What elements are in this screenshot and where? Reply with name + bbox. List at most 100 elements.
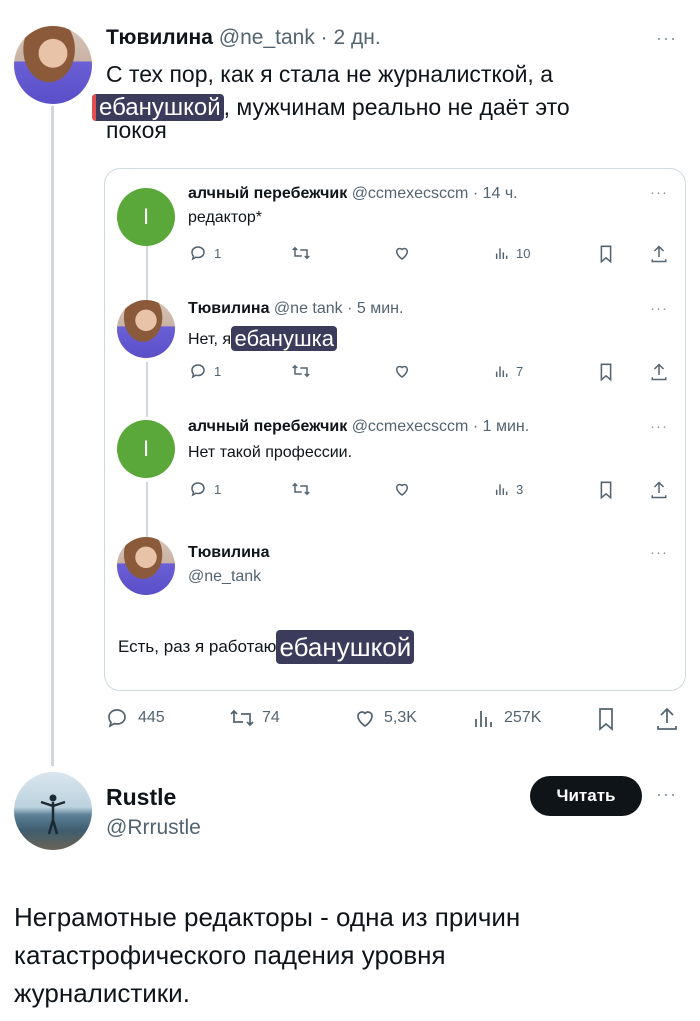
avatar[interactable]: [117, 300, 175, 358]
handle-time[interactable]: @ccmexecsccm · 14 ч.: [352, 185, 518, 202]
tweet-header: Тювилина @ne_tank · 2 дн.: [106, 26, 381, 50]
bookmark-button[interactable]: [598, 362, 614, 382]
handle-time[interactable]: @ne_tank · 2 дн.: [219, 26, 381, 49]
reply-icon: [191, 246, 205, 261]
views-button[interactable]: 7: [494, 362, 523, 380]
reply-button[interactable]: 1: [188, 480, 221, 498]
bookmark-button[interactable]: [598, 480, 614, 500]
like-icon: [395, 365, 409, 378]
views-count: 7: [516, 363, 524, 379]
tweet-header: алчный перебежчик @ccmexecsccm · 1 мин.: [188, 418, 529, 436]
views-icon: [495, 248, 508, 259]
bookmark-icon: [599, 708, 613, 731]
share-icon: [651, 245, 667, 263]
tweet-text-line: С тех пор, как я стала не журналисткой, …: [106, 61, 553, 87]
reply-icon: [108, 709, 126, 728]
tweet-text: Нет, я ебанушка: [188, 324, 337, 351]
share-button[interactable]: [655, 706, 679, 732]
views-button[interactable]: 3: [494, 480, 523, 498]
handle-time[interactable]: @ne tank · 5 мин.: [274, 300, 404, 317]
retweet-button[interactable]: [290, 362, 312, 380]
handle-time[interactable]: @ccmexecsccm · 1 мин.: [352, 418, 529, 435]
author-name[interactable]: Тювилина: [106, 26, 213, 49]
follow-button[interactable]: Читать: [530, 776, 642, 816]
like-icon: [395, 247, 409, 260]
views-count: 257K: [504, 709, 542, 726]
highlight-word: ебанушка: [231, 326, 337, 351]
handle[interactable]: @ne_tank: [188, 568, 261, 586]
more-icon[interactable]: ···: [656, 28, 677, 49]
share-button[interactable]: [650, 480, 668, 500]
handle[interactable]: @Rrrustle: [106, 816, 201, 840]
bookmark-button[interactable]: [598, 244, 614, 264]
views-button[interactable]: 257K: [472, 706, 541, 730]
author-name[interactable]: Rustle: [106, 784, 176, 811]
more-icon[interactable]: ···: [650, 300, 668, 317]
views-icon: [495, 484, 508, 495]
bookmark-button[interactable]: [596, 706, 616, 732]
like-button[interactable]: [392, 244, 412, 262]
more-icon[interactable]: ···: [656, 784, 677, 805]
more-icon[interactable]: ···: [650, 184, 668, 201]
highlight-word: ебанушкой: [276, 630, 415, 664]
tweet-text-fragment: , мужчинам реально не даёт это: [223, 94, 570, 120]
reply-button[interactable]: 1: [188, 362, 221, 380]
avatar-letter: I: [142, 436, 150, 461]
tweet-text: редактор*: [188, 209, 263, 226]
reply-count: 1: [214, 481, 222, 497]
reply-button[interactable]: 1: [188, 244, 221, 262]
share-button[interactable]: [650, 244, 668, 264]
reply-count: 1: [214, 245, 222, 261]
share-icon: [657, 707, 677, 730]
inner-thread-line: [146, 245, 148, 300]
tweet-text: С тех пор, как я стала не журналисткой, …: [92, 58, 686, 147]
like-icon: [357, 711, 373, 728]
more-icon[interactable]: ···: [650, 418, 668, 435]
tweet-text-line: катастрофического падения уровня: [14, 940, 446, 970]
tweet-text-fragment: Нет, я: [188, 331, 232, 348]
avatar-letter: I: [142, 204, 150, 229]
retweet-button[interactable]: [290, 244, 312, 262]
like-button[interactable]: 5,3K: [352, 706, 417, 730]
tweet-text-line: Неграмотные редакторы - одна из причин: [14, 902, 521, 932]
views-icon: [495, 366, 508, 377]
reply-count: 1: [214, 363, 222, 379]
retweet-icon: [292, 246, 310, 260]
views-icon: [475, 711, 492, 727]
reply-button[interactable]: 445: [104, 706, 165, 730]
retweet-button[interactable]: [290, 480, 312, 498]
bookmark-icon: [600, 481, 612, 500]
tweet-text-fragment: Есть, раз я работаю: [118, 637, 277, 656]
thread-line: [51, 106, 54, 766]
avatar-figure-icon: [40, 794, 66, 835]
more-icon[interactable]: ···: [650, 544, 668, 561]
tweet-header: Тювилина @ne tank · 5 мин.: [188, 300, 403, 318]
like-button[interactable]: [392, 480, 412, 498]
retweet-icon: [292, 482, 310, 496]
avatar[interactable]: [14, 772, 92, 850]
avatar[interactable]: I: [117, 188, 175, 246]
share-button[interactable]: [650, 362, 668, 382]
bookmark-icon: [600, 245, 612, 264]
reply-count: 445: [138, 709, 165, 726]
author-name[interactable]: алчный перебежчик: [188, 185, 347, 202]
like-button[interactable]: [392, 362, 412, 380]
author-name[interactable]: Тювилина: [188, 300, 269, 317]
retweet-count: 74: [262, 709, 280, 726]
retweet-button[interactable]: 74: [228, 706, 280, 730]
like-icon: [395, 483, 409, 496]
author-name[interactable]: алчный перебежчик: [188, 418, 347, 435]
tweet-header: алчный перебежчик @ccmexecsccm · 14 ч.: [188, 185, 518, 203]
reply-icon: [191, 482, 205, 497]
avatar[interactable]: I: [117, 420, 175, 478]
bookmark-icon: [600, 363, 612, 382]
retweet-icon: [230, 709, 254, 727]
author-name[interactable]: Тювилина: [188, 544, 269, 562]
views-button[interactable]: 10: [494, 244, 530, 262]
avatar[interactable]: [117, 537, 175, 595]
share-icon: [651, 481, 667, 499]
avatar[interactable]: [14, 26, 92, 104]
tweet-text: Нет такой профессии.: [188, 444, 353, 461]
retweet-icon: [292, 364, 310, 378]
views-count: 3: [516, 481, 524, 497]
